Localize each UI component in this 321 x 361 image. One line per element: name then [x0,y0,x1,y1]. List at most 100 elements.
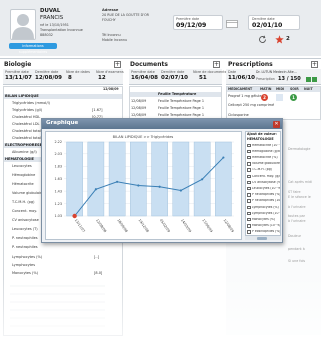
biologie-row[interactable]: Cholestérol total [12,136,41,141]
biologie-col-value-4: 12 [98,75,106,81]
legend-checkbox[interactable] [247,224,251,228]
biologie-row[interactable]: Triglycérides (g/l) [12,108,42,113]
alert-star-icon[interactable] [275,35,284,44]
biologie-title: Biologie [4,61,32,68]
biologie-row[interactable]: Triglycérides (mmol/l) [12,101,50,106]
chart-x-tick-label: 12/08/09 [223,218,235,233]
biologie-group-title: ELECTROPHORESE [5,143,43,147]
biologie-row[interactable]: Cholestérol HDL [12,115,40,120]
legend-checkbox[interactable] [247,180,251,185]
calendar-icon[interactable] [226,20,238,28]
prescription-row[interactable]: Prograf 1 mg gélule [228,94,261,98]
legend-item[interactable]: Hémoglobine (g/dl) [247,149,280,154]
biologie-row[interactable]: Lymphocytes [12,263,35,268]
legend-item[interactable]: T.C.M.H. (pg) [247,168,280,173]
legend-item[interactable]: Leucocytes (10^9/l) [247,186,280,191]
document-name[interactable]: Feuille Température Page 1 [158,99,204,103]
biologie-row[interactable]: Lymphocytes (%) [12,255,42,260]
legend-checkbox[interactable] [247,186,251,191]
documents-table-header-label: Feuille Température [158,92,197,96]
biologie-row[interactable]: P. neutrophiles [12,236,38,241]
legend-checkbox[interactable] [247,217,251,222]
legend-checkbox[interactable] [247,168,251,172]
biologie-row[interactable]: Albumine (g/l) [12,150,37,155]
graph-dialog-title: Graphique [46,120,79,126]
legend-item[interactable]: Volume globulaire moyen (fl) [247,162,280,167]
document-name[interactable]: Feuille Température Page 1 [158,106,204,110]
legend-checkbox[interactable] [247,230,251,234]
refresh-icon[interactable] [258,35,267,44]
chart-point [222,156,225,159]
biologie-expand-button[interactable]: + [114,61,121,68]
biologie-row[interactable]: Leucocytes [12,164,32,169]
chart-x-tick-label: 18/09/08 [116,218,128,233]
document-date[interactable]: 12/08/09 [131,99,146,103]
chart-y-tick-label: 2.22 [54,140,62,144]
legend-checkbox[interactable] [247,199,251,203]
close-icon[interactable]: ✕ [273,120,280,128]
midi-cell [276,94,283,101]
legend-checkbox[interactable] [247,143,251,147]
biologie-row[interactable]: P. neutrophiles [12,245,38,250]
col-nuit: NUIT [304,87,313,91]
legend-scroll-thumb[interactable] [257,237,267,240]
legend-checkbox[interactable] [247,205,251,209]
biologie-row[interactable]: T.C.M.H. (pg) [12,200,35,205]
biologie-col-value-1: 13/11/07 [5,75,32,81]
biologie-row[interactable]: Cholestérol total [12,129,41,134]
biologie-row[interactable]: Concent. moy. [12,209,37,214]
biologie-date-header: 12/08/09 [103,87,119,91]
legend-item[interactable]: P neutrophiles (%) [247,193,280,198]
prescription-row[interactable]: Ciclosporine [228,113,249,117]
legend-item[interactable]: Monocytes (%) [247,217,280,222]
legend-checkbox[interactable] [247,155,251,160]
legend-item[interactable]: Hématocrite (%) [247,155,280,160]
biologie-row[interactable]: Leucocytes (T) [12,227,38,232]
prescription-note: Cat après midi [288,180,312,184]
last-visit-value: 02/01/10 [252,22,283,29]
patient-first-name: FRANCIS [40,15,64,21]
biologie-row[interactable]: Volume globulaire [12,191,44,196]
documents-expand-button[interactable]: + [213,61,220,68]
prescription-note: Douleur [288,234,302,238]
document-name[interactable]: Feuille Température Page 1 [158,113,204,117]
biologie-row[interactable]: Hématocrite [12,182,34,187]
document-date[interactable]: 12/08/09 [131,106,146,110]
chart-bar [87,141,105,217]
legend-group: HEMATOLOGIE [247,137,274,141]
biologie-col-label-1: Première date [5,70,29,74]
more-info-button[interactable]: Informations supplémentaires [9,43,57,54]
biologie-row[interactable]: Monocytes (%) [12,271,38,276]
prescription-row[interactable]: Cellcept 250 mg comprimé [228,103,274,107]
biologie-group-title: HEMATOLOGIE [5,157,35,161]
last-page-icon[interactable] [312,77,317,82]
next-page-icon[interactable] [306,77,311,82]
prescriptions-expand-button[interactable]: + [311,61,318,68]
bottom-fade [0,280,321,361]
chart-bar [151,141,168,217]
legend-scrollbar[interactable] [245,235,281,240]
first-visit-box: Première date 09/12/09 [173,15,223,30]
legend-item[interactable]: Lymphocytes (10^9/l) [247,211,280,216]
legend-checkbox[interactable] [247,162,251,166]
legend-item[interactable]: Concent. moy. (g/dl) [247,174,280,179]
biologie-row[interactable]: CV anisocytose [12,218,39,223]
legend-checkbox[interactable] [247,193,251,197]
legend-item[interactable]: Hématocrite (10^12/l) [247,143,280,148]
biologie-row[interactable]: Hémoglobine [12,173,35,178]
document-date[interactable]: 12/08/09 [131,113,146,117]
graph-dialog[interactable]: Graphique ✕ BILAN LIPIDIQUE >> Triglycér… [41,118,283,243]
legend-checkbox[interactable] [247,211,251,216]
phone-mobile: Mobile Inconnu [102,38,128,42]
legend-item[interactable]: Lymphocytes (%) [247,205,280,210]
chart-x-tick-label: 14/03/09 [180,218,192,233]
legend-item[interactable]: CV anisocytose (%) [247,180,280,185]
legend-checkbox[interactable] [247,174,251,178]
legend-item[interactable]: Monocytes (10^9/l) [247,224,280,229]
legend-item-label: Monocytes (%) [252,217,276,221]
prescription-note: toutes par [288,214,305,218]
biologie-row[interactable]: Cholestérol LDL [12,122,39,127]
legend-item-label: Lymphocytes (%) [252,205,279,209]
legend-item[interactable]: P neutrophiles (10^9/l) [247,199,280,204]
legend-checkbox[interactable] [247,149,251,154]
